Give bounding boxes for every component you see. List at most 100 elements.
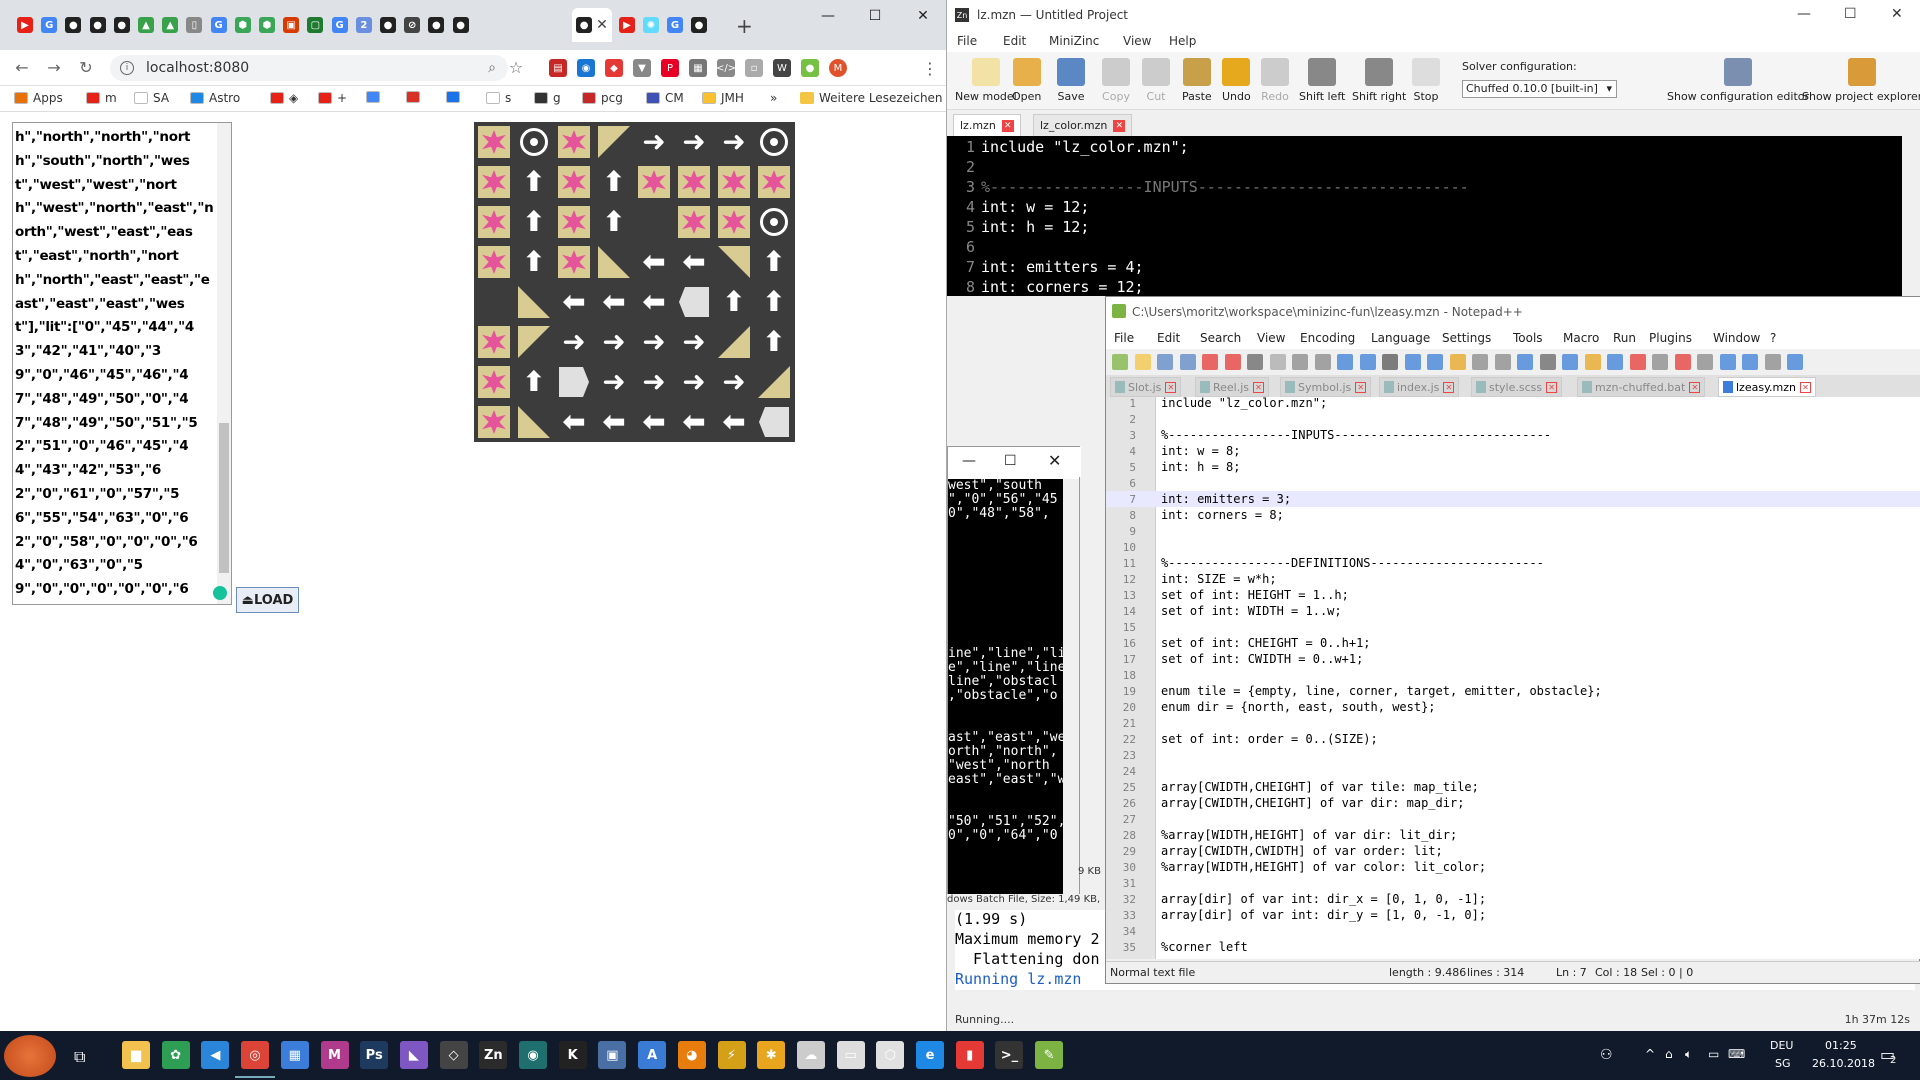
board-cell-arrow-left[interactable]: ⬅ (678, 246, 710, 278)
browser-tab[interactable]: ⊘ (399, 8, 425, 42)
bookmark-item[interactable]: Astro (190, 91, 240, 105)
power-icon[interactable]: ▭ (1708, 1047, 1719, 1061)
browser-tab[interactable]: G (327, 8, 353, 42)
toolbar-tool-icon[interactable] (1719, 354, 1736, 370)
ext-red-icon[interactable]: ▤ (549, 59, 567, 77)
new-tab-button[interactable]: + (736, 14, 753, 38)
new-model-button[interactable]: New model (955, 58, 1017, 103)
json-textarea[interactable]: h","north","north","north","south","nort… (12, 122, 232, 605)
file-tab[interactable]: index.js ✕ (1379, 377, 1460, 397)
board-cell-empty[interactable] (478, 286, 510, 318)
volume-icon[interactable]: 🔈︎ (1685, 1047, 1692, 1062)
minizinc-editor[interactable]: 1 include "lz_color.mzn"; 2 3 %-------------… (947, 136, 1907, 296)
maximize-button[interactable]: ☐ (852, 4, 898, 28)
board-cell-arrow-left[interactable]: ⬅ (558, 286, 590, 318)
address-bar[interactable]: i localhost:8080 ⌕ (110, 55, 508, 81)
translate-icon[interactable]: A (638, 1041, 667, 1069)
board-cell-arrow-up[interactable]: ⬆ (598, 166, 630, 198)
board-cell-arrow-right[interactable]: ➜ (558, 326, 590, 358)
browser-tab[interactable]: ▲ (157, 8, 183, 42)
board-cell-corner-emitter[interactable] (678, 206, 710, 238)
close-tab-icon[interactable]: ✕ (1546, 381, 1558, 393)
close-tab-icon[interactable]: ✕ (1355, 381, 1367, 393)
maximize-button[interactable]: ☐ (1844, 6, 1857, 22)
board-cell-arrow-up[interactable]: ⬆ (598, 206, 630, 238)
bookmark-item[interactable]: CM (646, 91, 684, 105)
app-screen-icon[interactable]: ▭ (836, 1041, 865, 1069)
toolbar-tool-icon[interactable] (1652, 354, 1668, 370)
toolbar-tool-icon[interactable] (1787, 354, 1803, 370)
browser-tab[interactable]: ▲ (133, 8, 159, 42)
toolbar-tool-icon[interactable] (1359, 354, 1376, 370)
close-tab-icon[interactable]: ✕ (1799, 381, 1811, 393)
browser-tab[interactable]: ⬢ (230, 8, 256, 42)
chevron-up-icon[interactable]: ^ (1645, 1047, 1655, 1061)
board-cell-arrow-up[interactable]: ⬆ (518, 166, 550, 198)
board-cell-tri-br[interactable] (718, 326, 750, 358)
toolbar-tool-icon[interactable] (1157, 354, 1173, 370)
board-cell-corner-emitter[interactable] (478, 326, 510, 358)
menu-plugins[interactable]: Plugins (1649, 331, 1692, 345)
edge-icon[interactable]: e (916, 1041, 944, 1069)
bookmark-item[interactable] (406, 91, 425, 103)
clock-date[interactable]: 26.10.2018 (1812, 1057, 1875, 1070)
toolbar-tool-icon[interactable] (1494, 354, 1511, 370)
ext-green-icon[interactable]: ● (801, 59, 819, 77)
menu-run[interactable]: Run (1613, 331, 1636, 345)
board-cell-corner-tri[interactable] (518, 326, 550, 358)
config-editor-button[interactable]: Show configuration editor (1667, 58, 1809, 103)
board-cell-empty[interactable] (638, 206, 670, 238)
photoshop-icon[interactable]: Ps (360, 1041, 389, 1069)
ext-gray-icon[interactable]: ▫ (745, 59, 763, 77)
board-cell-arrow-right[interactable]: ➜ (598, 366, 630, 398)
chrome-icon[interactable]: ◎ (235, 1041, 276, 1078)
browser-tab[interactable]: G (662, 8, 688, 42)
menu-file[interactable]: File (957, 34, 977, 48)
cut-button[interactable]: Cut (1142, 58, 1170, 103)
reload-icon[interactable]: ↻ (74, 58, 98, 78)
ext-filter-icon[interactable]: ▼ (633, 59, 651, 77)
board-cell-tri-bl[interactable] (518, 406, 550, 438)
board-cell-corner-emitter[interactable] (558, 126, 590, 158)
close-button[interactable]: ✕ (1048, 451, 1061, 470)
app-star-icon[interactable]: ✱ (757, 1041, 786, 1069)
people-icon[interactable]: ⚇ (1600, 1047, 1613, 1063)
close-tab-icon[interactable]: ✕ (596, 17, 608, 33)
bookmark-item[interactable] (366, 91, 385, 103)
bookmark-item[interactable]: g (534, 91, 561, 105)
board-cell-arrow-right[interactable]: ➜ (678, 326, 710, 358)
board-cell-corner-emitter[interactable] (758, 166, 790, 198)
board-cell-arrow-right[interactable]: ➜ (638, 126, 670, 158)
board-cell-arrow-up[interactable]: ⬆ (758, 246, 790, 278)
board-cell-arrow-right[interactable]: ➜ (598, 326, 630, 358)
board-cell-obstacle[interactable] (678, 286, 710, 318)
file-explorer-icon[interactable]: ▆ (122, 1041, 150, 1069)
board-cell-arrow-right[interactable]: ➜ (718, 126, 750, 158)
ext-w-icon[interactable]: W (773, 59, 791, 77)
board-cell-corner-emitter[interactable] (478, 406, 510, 438)
file-tab[interactable]: Slot.js ✕ (1110, 377, 1182, 397)
app-teal-icon[interactable]: ◉ (519, 1041, 547, 1069)
clock-time[interactable]: 01:25 (1825, 1039, 1857, 1052)
forward-icon[interactable]: → (42, 58, 66, 78)
browser-tab[interactable]: ● (423, 8, 449, 42)
k-icon[interactable]: K (558, 1041, 587, 1069)
file-tab[interactable]: Symbol.js ✕ (1280, 377, 1372, 397)
close-button[interactable]: ✕ (1891, 6, 1903, 22)
board-cell-corner-emitter[interactable] (638, 166, 670, 198)
menu-file[interactable]: File (1114, 331, 1134, 345)
browser-tab[interactable]: ● (375, 8, 401, 42)
bookmark-item[interactable]: + (318, 91, 347, 105)
toolbar-tool-icon[interactable] (1697, 354, 1713, 370)
ext-multicolor-icon[interactable]: ◆ (605, 59, 623, 77)
ext-code-icon[interactable]: </> (716, 59, 736, 77)
copy-button[interactable]: Copy (1102, 58, 1130, 103)
toolbar-tool-icon[interactable] (1247, 354, 1263, 370)
bookmarks-overflow-icon[interactable]: » (770, 91, 777, 105)
board-cell-arrow-up[interactable]: ⬆ (518, 366, 550, 398)
board-cell-corner-emitter[interactable] (478, 166, 510, 198)
board-cell-arrow-right[interactable]: ➜ (678, 126, 710, 158)
redo-button[interactable]: Redo (1261, 58, 1289, 103)
board-cell-arrow-up[interactable]: ⬆ (518, 206, 550, 238)
board-cell-target[interactable] (758, 206, 790, 238)
